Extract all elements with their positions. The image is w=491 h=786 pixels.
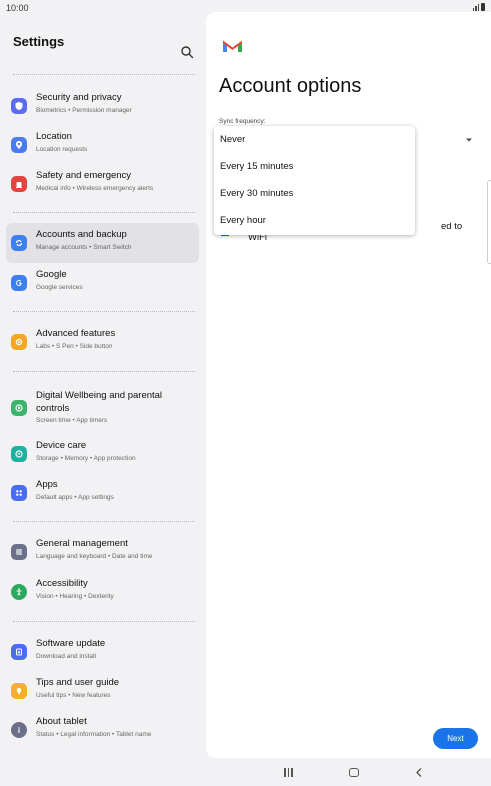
settings-item-title: About tablet [36,716,87,727]
gear-plus-icon [11,334,27,350]
settings-item-subtitle: Status • Legal information • Tablet name [36,731,152,738]
location-pin-icon [11,137,27,153]
dropdown-option-hour[interactable]: Every hour [214,207,415,234]
settings-item-subtitle: Vision • Hearing • Dexterity [36,593,114,600]
settings-item-location[interactable]: Location Location requests [6,125,199,165]
info-icon [11,722,27,738]
settings-item-title: Device care [36,440,87,451]
dropdown-option-never[interactable]: Never [214,126,415,153]
settings-item-digital-wellbeing[interactable]: Digital Wellbeing and parental controls … [6,384,199,432]
settings-item-subtitle: Google services [36,284,83,291]
back-icon[interactable] [414,767,424,778]
page-title: Account options [219,75,362,97]
emergency-icon [11,176,27,192]
dropdown-arrow-icon[interactable] [465,137,473,143]
settings-item-subtitle: Download and install [36,653,96,660]
sliders-icon [11,544,27,560]
settings-item-subtitle: Storage • Memory • App protection [36,455,136,462]
shield-icon [11,98,27,114]
settings-item-subtitle: Biometrics • Permission manager [36,107,132,114]
settings-item-subtitle: Manage accounts • Smart Switch [36,244,132,251]
account-options-panel: Account options Sync frequency: ed to Wi… [206,12,491,758]
settings-item-general-management[interactable]: General management Language and keyboard… [6,532,199,572]
settings-item-accessibility[interactable]: Accessibility Vision • Hearing • Dexteri… [6,572,199,612]
settings-item-title: Tips and user guide [36,677,120,688]
divider [13,371,195,372]
sync-frequency-label: Sync frequency: [219,118,266,125]
settings-item-security[interactable]: Security and privacy Biometrics • Permis… [6,86,199,126]
settings-item-title-line2: controls [36,403,70,414]
google-icon [11,275,27,291]
settings-item-title: Safety and emergency [36,170,132,181]
search-icon[interactable] [180,45,194,59]
status-icons [472,3,485,11]
settings-item-software-update[interactable]: Software update Download and install [6,632,199,672]
settings-item-accounts-backup[interactable]: Accounts and backup Manage accounts • Sm… [6,223,199,263]
settings-item-subtitle: Language and keyboard • Date and time [36,553,153,560]
software-update-icon [11,644,27,660]
divider [13,74,195,75]
gmail-logo-icon [223,40,242,52]
settings-item-google[interactable]: Google Google services [6,263,199,303]
dropdown-option-15-minutes[interactable]: Every 15 minutes [214,153,415,180]
device-care-icon [11,446,27,462]
settings-item-title: Apps [36,479,58,490]
navigation-bar [0,758,491,786]
settings-item-title: Google [36,269,67,280]
settings-item-advanced-features[interactable]: Advanced features Labs • S Pen • Side bu… [6,322,199,362]
divider [13,212,195,213]
settings-item-title: Advanced features [36,328,116,339]
accessibility-icon [11,584,27,600]
settings-item-title: Accounts and backup [36,229,127,240]
sync-icon [11,235,27,251]
signal-icon [472,3,479,11]
scrollbar[interactable] [487,180,491,264]
apps-grid-icon [11,485,27,501]
settings-item-title: General management [36,538,128,549]
divider [13,521,195,522]
settings-item-title: Location [36,131,72,142]
settings-item-title: Accessibility [36,578,88,589]
dropdown-option-30-minutes[interactable]: Every 30 minutes [214,180,415,207]
home-icon[interactable] [349,768,359,777]
settings-item-subtitle: Useful tips • New features [36,692,111,699]
settings-item-safety[interactable]: Safety and emergency Medical info • Wire… [6,164,199,204]
settings-item-title: Software update [36,638,106,649]
settings-item-apps[interactable]: Apps Default apps • App settings [6,473,199,513]
settings-item-subtitle: Medical info • Wireless emergency alerts [36,185,154,192]
sync-frequency-dropdown: Never Every 15 minutes Every 30 minutes … [214,126,415,235]
settings-item-about-tablet[interactable]: About tablet Status • Legal information … [6,710,199,750]
next-button[interactable]: Next [433,728,478,749]
settings-item-tips[interactable]: Tips and user guide Useful tips • New fe… [6,671,199,711]
wellbeing-icon [11,400,27,416]
lightbulb-icon [11,683,27,699]
battery-icon [481,3,485,11]
settings-item-device-care[interactable]: Device care Storage • Memory • App prote… [6,434,199,474]
settings-title: Settings [13,34,65,49]
divider [13,311,195,312]
settings-item-subtitle: Screen time • App timers [36,417,108,424]
settings-item-title: Security and privacy [36,92,122,103]
settings-panel: Settings Security and privacy Biometrics… [0,12,206,758]
settings-item-subtitle: Location requests [36,146,88,153]
divider [13,621,195,622]
recents-icon[interactable] [284,768,294,777]
settings-item-subtitle: Default apps • App settings [36,494,114,501]
sync-option-text: ed to [441,221,463,232]
settings-item-title: Digital Wellbeing and parental [36,390,163,401]
settings-item-subtitle: Labs • S Pen • Side button [36,343,113,350]
